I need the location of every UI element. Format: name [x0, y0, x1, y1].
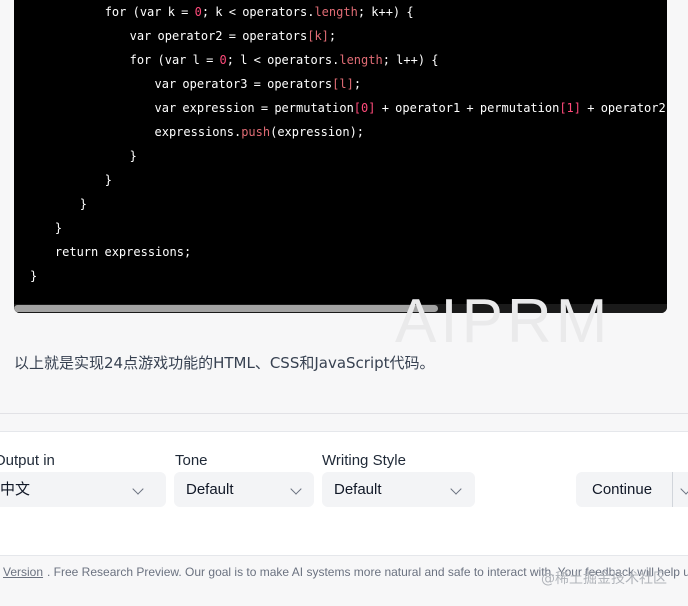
writing-style-label: Writing Style: [322, 452, 406, 469]
code-line: }: [79, 197, 88, 211]
chevron-down-icon[interactable]: [680, 483, 688, 495]
output-language-label: Output in: [0, 452, 55, 469]
aiprm-watermark: AIPRM: [395, 287, 612, 356]
code-scrollbar-thumb[interactable]: [14, 305, 438, 312]
continue-button[interactable]: Continue: [592, 472, 652, 507]
code-line: var expression = permutation[0] + operat…: [154, 101, 666, 115]
divider: [0, 413, 688, 414]
code-line: for (var k = 0; k < operators.length; k+…: [104, 5, 414, 19]
code-line: var operator3 = operators[l];: [154, 77, 362, 91]
code-line: }: [54, 221, 63, 235]
code-block: for (var k = 0; k < operators.length; k+…: [14, 0, 667, 313]
chat-message-area: for (var k = 0; k < operators.length; k+…: [0, 0, 688, 413]
tone-label: Tone: [175, 452, 208, 469]
answer-text: 以上就是实现24点游戏功能的HTML、CSS和JavaScript代码。: [14, 354, 435, 372]
code-line: expressions.push(expression);: [154, 125, 365, 139]
code-content: for (var k = 0; k < operators.length; k+…: [14, 0, 667, 300]
code-line: for (var l = 0; l < operators.length; l+…: [129, 53, 439, 67]
prompt-input[interactable]: [0, 510, 688, 552]
output-language-select[interactable]: 中文: [0, 472, 166, 507]
continue-divider: [672, 472, 673, 507]
writing-style-value: Default: [334, 481, 382, 498]
tone-value: Default: [186, 481, 234, 498]
version-link[interactable]: Version: [3, 565, 43, 579]
code-line: }: [104, 173, 112, 187]
code-line: return expressions;: [54, 245, 192, 259]
chevron-down-icon: [132, 483, 144, 495]
output-language-value: 中文: [0, 481, 31, 498]
code-line: }: [30, 269, 38, 283]
writing-style-select[interactable]: Default: [322, 472, 475, 507]
code-line: }: [129, 149, 137, 163]
site-watermark: @稀土掘金技术社区: [541, 571, 667, 587]
code-line: var operator2 = operators[k];: [129, 29, 337, 43]
continue-button-group[interactable]: Continue: [576, 472, 688, 507]
chevron-down-icon: [450, 483, 462, 495]
tone-select[interactable]: Default: [174, 472, 314, 507]
chevron-down-icon: [290, 483, 302, 495]
